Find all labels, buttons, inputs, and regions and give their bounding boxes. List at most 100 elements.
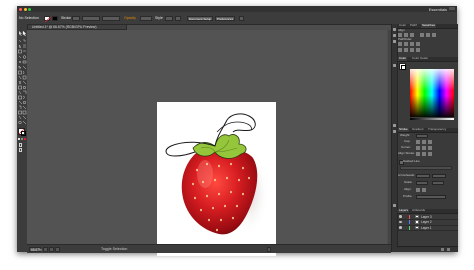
color-panel-icon[interactable] bbox=[393, 28, 396, 31]
strawberry-artwork[interactable] bbox=[157, 102, 276, 256]
align-center-icon[interactable] bbox=[404, 33, 408, 37]
stroke-panel-icon[interactable] bbox=[393, 124, 396, 127]
tab-artboards[interactable]: Artboards bbox=[411, 209, 426, 213]
minimize-window-button[interactable] bbox=[23, 7, 27, 11]
tab-color-guide[interactable]: Color Guide bbox=[411, 57, 429, 61]
stroke-weight-input[interactable] bbox=[416, 134, 428, 138]
align-left-icon[interactable] bbox=[398, 33, 402, 37]
merge-icon[interactable] bbox=[410, 48, 414, 52]
selection-label: No Selection bbox=[19, 16, 39, 20]
arrowhead-start-select[interactable] bbox=[416, 174, 430, 178]
tab-layers[interactable]: Layers bbox=[398, 209, 410, 213]
color-mode-icon[interactable] bbox=[18, 138, 20, 140]
layer-row[interactable]: Layer 1 bbox=[397, 225, 458, 231]
layer-name[interactable]: Layer 2 bbox=[421, 220, 432, 224]
unite-icon[interactable] bbox=[398, 42, 402, 46]
align-right-icon[interactable] bbox=[410, 33, 414, 37]
bevel-join-icon[interactable] bbox=[428, 146, 432, 150]
miter-join-icon[interactable] bbox=[416, 146, 420, 150]
dash-gap-fields[interactable] bbox=[400, 166, 452, 170]
variable-width-profile[interactable] bbox=[82, 15, 100, 21]
divide-icon[interactable] bbox=[398, 48, 402, 52]
artboard-next-button[interactable] bbox=[55, 246, 60, 252]
layer-name[interactable]: Layer 1 bbox=[421, 226, 432, 230]
delete-layer-icon[interactable] bbox=[447, 247, 450, 251]
align-top-icon[interactable] bbox=[420, 33, 424, 37]
none-mode-icon[interactable] bbox=[24, 138, 26, 140]
tab-swatches[interactable]: Swatches bbox=[421, 24, 437, 28]
status-mode-text[interactable]: Toggle Selection bbox=[101, 247, 127, 252]
align-stroke-inside-icon[interactable] bbox=[422, 152, 426, 156]
arrow-scale-end[interactable] bbox=[432, 181, 444, 185]
profile-select[interactable] bbox=[416, 195, 446, 199]
arrow-align-label: Align: bbox=[404, 187, 412, 191]
gradient-panel-icon[interactable] bbox=[393, 130, 396, 133]
align-stroke-label: Align Stroke: bbox=[398, 151, 416, 155]
illustrator-window: Essentials No Selection Stroke Opacity S… bbox=[17, 6, 458, 256]
round-join-icon[interactable] bbox=[422, 146, 426, 150]
arrow-tip-extend-icon[interactable] bbox=[416, 188, 420, 192]
fill-swatch[interactable] bbox=[44, 15, 51, 22]
opacity-field[interactable] bbox=[140, 15, 152, 21]
artboard[interactable] bbox=[157, 102, 276, 256]
tab-pathf[interactable]: Pathf bbox=[409, 24, 418, 28]
recolor-icon[interactable] bbox=[175, 15, 181, 21]
swatches-panel-icon[interactable] bbox=[393, 40, 396, 43]
align-stroke-outside-icon[interactable] bbox=[428, 152, 432, 156]
tab-stroke[interactable]: Stroke bbox=[398, 128, 409, 132]
align-stroke-center-icon[interactable] bbox=[416, 152, 420, 156]
gradient-mode-icon[interactable] bbox=[21, 138, 23, 140]
butt-cap-icon[interactable] bbox=[416, 140, 420, 144]
visibility-eye-icon[interactable] bbox=[399, 215, 402, 218]
trim-icon[interactable] bbox=[404, 48, 408, 52]
tab-gradient[interactable]: Gradient bbox=[411, 128, 425, 132]
visibility-eye-icon[interactable] bbox=[399, 226, 402, 229]
pathfinder-panel-icon[interactable] bbox=[393, 34, 396, 37]
artboard-number-field[interactable] bbox=[49, 246, 54, 252]
intersect-icon[interactable] bbox=[410, 42, 414, 46]
layer-name[interactable]: Layer 3 bbox=[421, 215, 432, 219]
opacity-label[interactable]: Opacity bbox=[124, 15, 136, 21]
arrowhead-end-select[interactable] bbox=[432, 174, 446, 178]
color-spectrum[interactable] bbox=[410, 69, 454, 117]
workspace-switcher[interactable]: Essentials bbox=[429, 7, 447, 12]
canvas-area[interactable] bbox=[27, 30, 387, 256]
search-icon[interactable] bbox=[449, 7, 455, 10]
status-bar: 66.67% Toggle Selection bbox=[27, 244, 391, 253]
arrange-documents-icon[interactable] bbox=[239, 15, 244, 21]
round-cap-icon[interactable] bbox=[422, 140, 426, 144]
new-layer-icon[interactable] bbox=[441, 247, 444, 251]
layers-panel-icon[interactable] bbox=[393, 204, 396, 207]
horizontal-scroll-thumb[interactable] bbox=[267, 246, 271, 252]
preferences-button[interactable]: Preferences bbox=[215, 15, 235, 21]
graphic-style-picker[interactable] bbox=[165, 15, 173, 21]
tab-transparency[interactable]: Transparency bbox=[427, 128, 447, 132]
crop-icon[interactable] bbox=[416, 48, 420, 52]
color-guide-icon[interactable] bbox=[393, 64, 396, 67]
color-panel-header: Color Color Guide bbox=[397, 57, 458, 62]
stroke-swatch[interactable] bbox=[52, 15, 58, 21]
exclude-icon[interactable] bbox=[416, 42, 420, 46]
arrow-tip-place-icon[interactable] bbox=[422, 188, 426, 192]
direct-selection-tool-icon[interactable] bbox=[23, 30, 27, 34]
selection-tool-icon[interactable] bbox=[19, 30, 23, 34]
zoom-window-button[interactable] bbox=[28, 7, 31, 11]
align-middle-icon[interactable] bbox=[426, 33, 430, 37]
brush-definition[interactable] bbox=[102, 15, 120, 21]
panel-stroke-proxy[interactable] bbox=[401, 65, 406, 70]
square-cap-icon[interactable] bbox=[428, 140, 432, 144]
align-bottom-icon[interactable] bbox=[432, 33, 436, 37]
minus-front-icon[interactable] bbox=[404, 42, 408, 46]
stroke-weight-field[interactable] bbox=[72, 15, 80, 21]
stroke-color-proxy[interactable] bbox=[20, 131, 26, 136]
visibility-eye-icon[interactable] bbox=[399, 220, 402, 224]
zoom-field[interactable]: 66.67% bbox=[29, 246, 42, 252]
draw-mode-icon[interactable] bbox=[18, 143, 22, 147]
document-setup-button[interactable]: Document Setup bbox=[187, 15, 213, 21]
artboard-prev-button[interactable] bbox=[43, 246, 48, 252]
screen-mode-icon[interactable] bbox=[18, 148, 22, 152]
tab-color-panel[interactable]: Color bbox=[398, 57, 408, 61]
close-window-button[interactable] bbox=[19, 7, 22, 11]
arrow-scale-start[interactable] bbox=[416, 181, 428, 185]
grayscale-ramp[interactable] bbox=[410, 118, 454, 120]
